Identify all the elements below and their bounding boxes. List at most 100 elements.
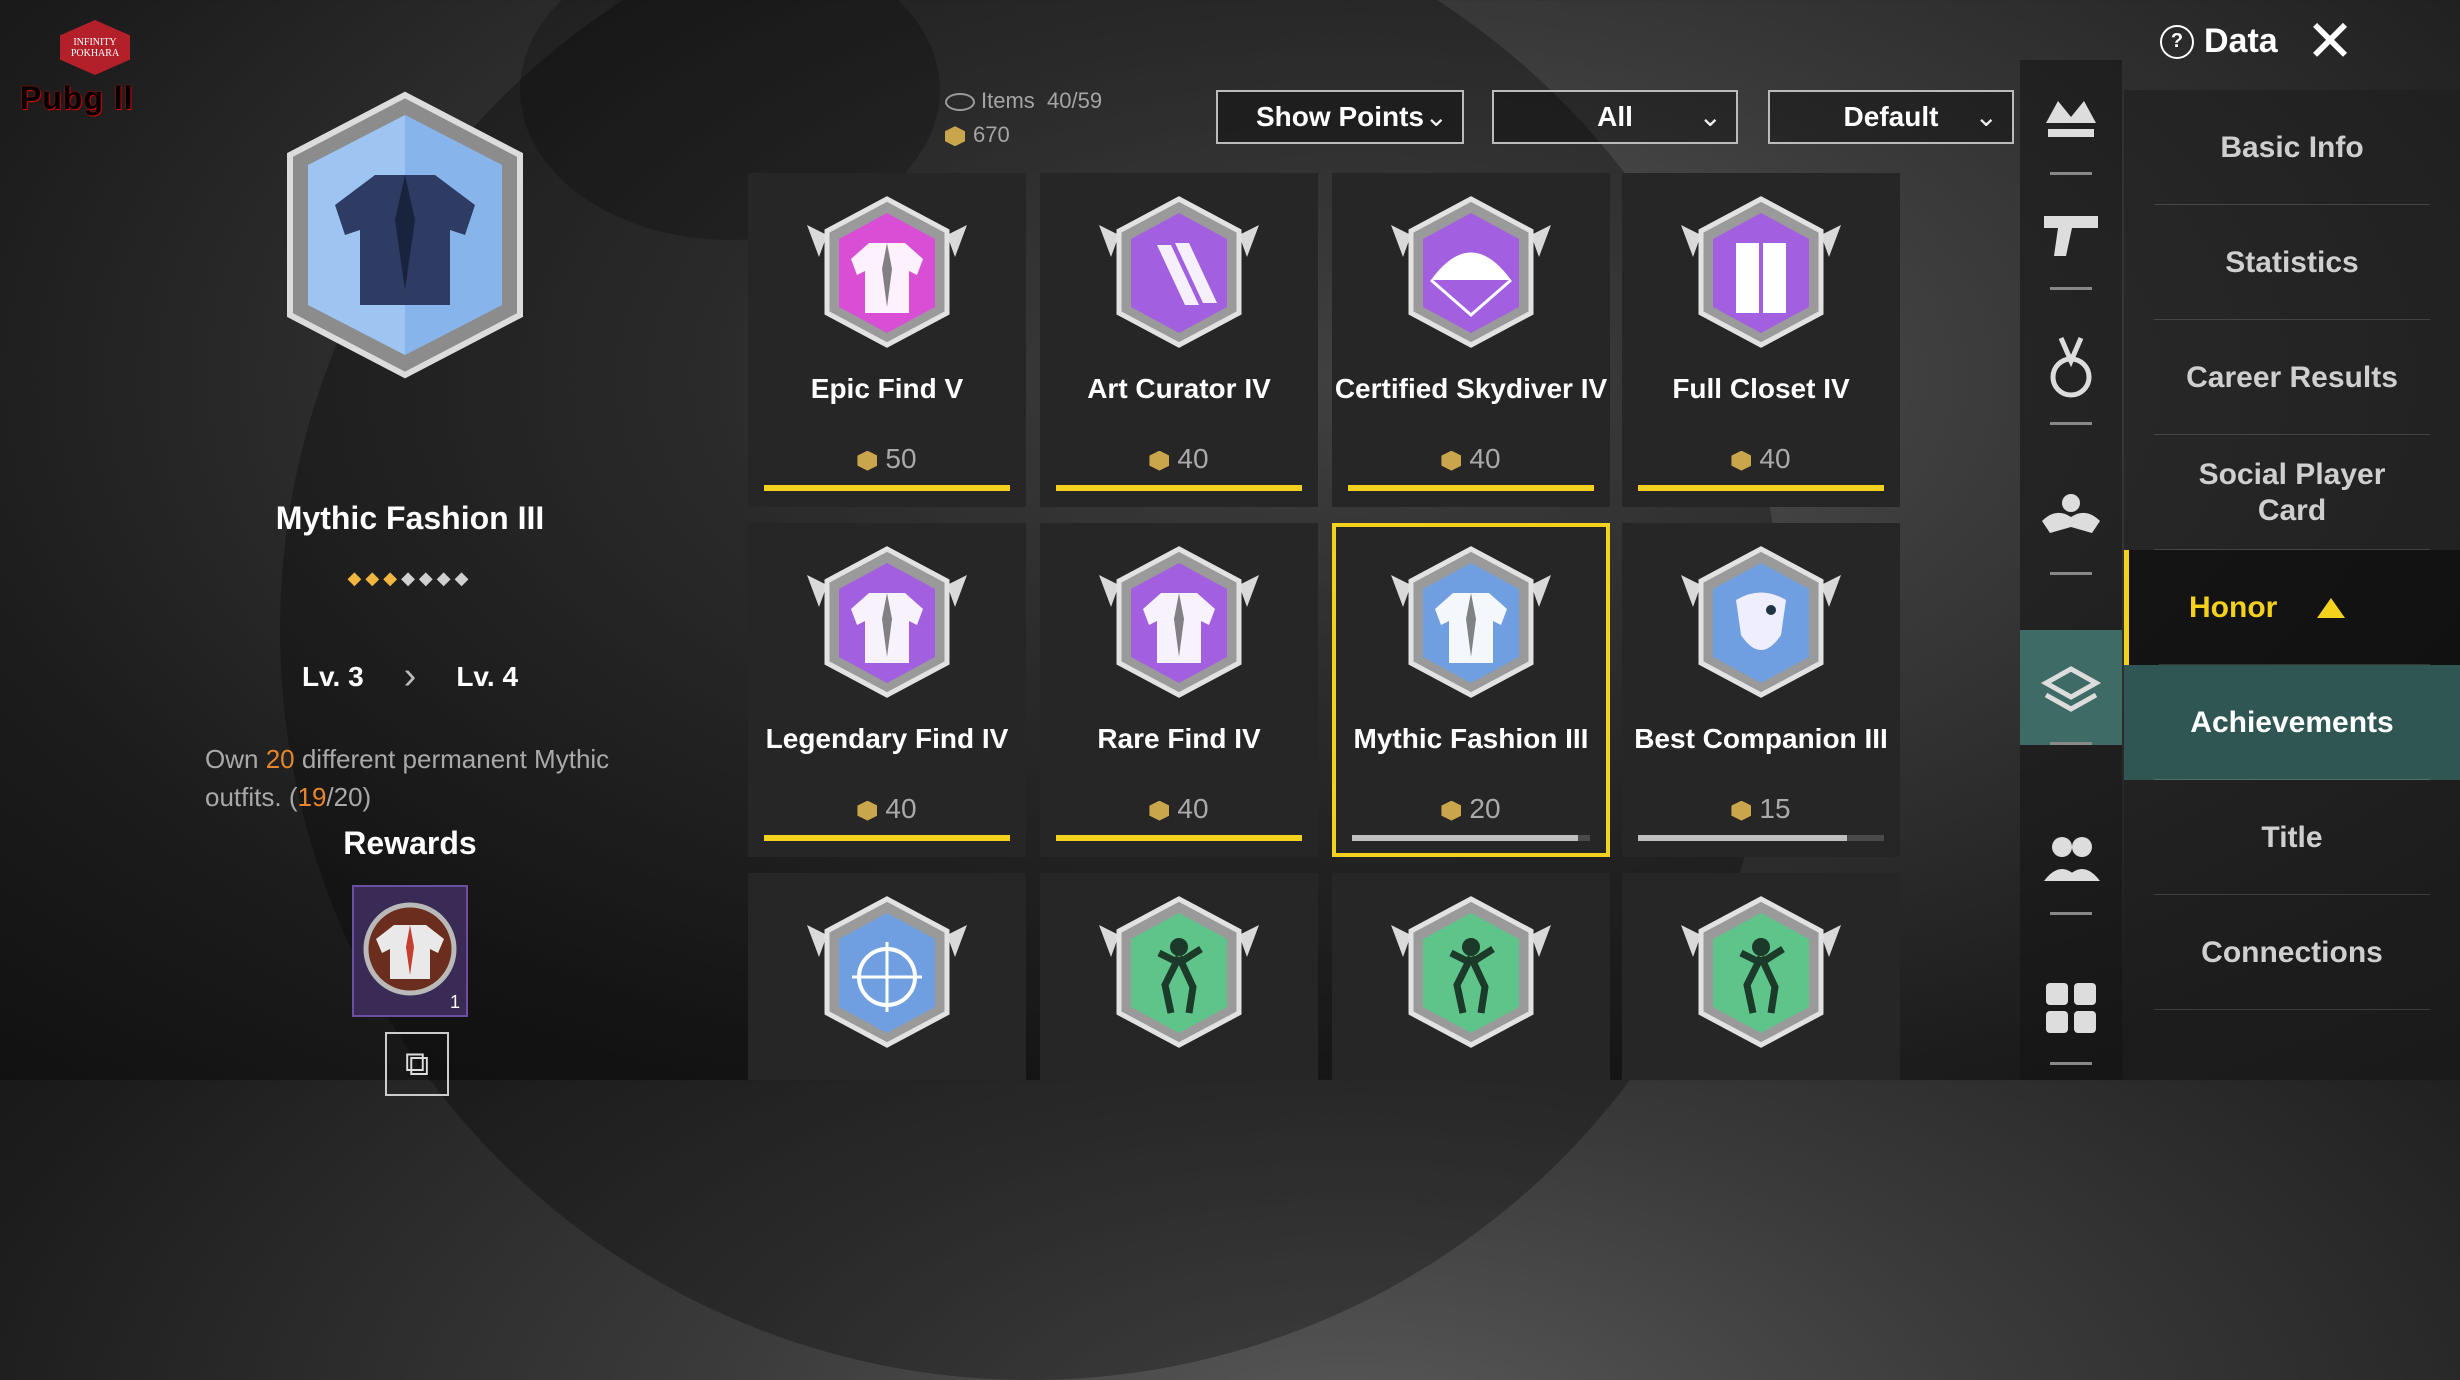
menu-social-player-card[interactable]: Social Player Card xyxy=(2124,435,2460,550)
share-button[interactable]: ⧉ xyxy=(385,1032,449,1096)
coin-icon xyxy=(1731,800,1752,821)
reward-item[interactable]: 1 xyxy=(352,885,468,1017)
eye-icon xyxy=(945,93,975,112)
close-button[interactable]: ✕ xyxy=(2300,12,2360,72)
menu-basic-info[interactable]: Basic Info xyxy=(2124,90,2460,205)
watermark-badge-top: INFINITY xyxy=(73,36,117,48)
menu-honor[interactable]: Honor xyxy=(2124,550,2460,665)
points-value: 40 xyxy=(1759,443,1791,474)
eagle-icon xyxy=(1681,546,1841,698)
muscle-icon xyxy=(2042,493,2100,533)
data-help-button[interactable]: ? Data xyxy=(2160,22,2278,61)
coin-icon xyxy=(1441,800,1462,821)
achievement-card[interactable]: Legendary Find IV 40 xyxy=(748,523,1026,857)
progress-bar xyxy=(764,835,1010,841)
menu-honor-label: Honor xyxy=(2189,590,2278,624)
category-icon-rail xyxy=(2020,60,2122,1080)
dropdown-label: Default xyxy=(1843,101,1939,132)
achievement-card[interactable] xyxy=(748,873,1026,1080)
jacket-icon xyxy=(807,546,967,698)
coin-icon xyxy=(1149,450,1170,471)
rail-medal[interactable] xyxy=(2020,310,2122,425)
rail-pistol[interactable] xyxy=(2020,175,2122,290)
achievement-card[interactable] xyxy=(1040,873,1318,1080)
points-total: 670 xyxy=(945,122,1010,148)
watermark-logo: INFINITY POKHARA Pubg ll xyxy=(20,20,180,120)
coin-icon xyxy=(1731,450,1752,471)
items-label: Items xyxy=(981,88,1035,113)
achievement-card[interactable]: Mythic Fashion III 20 xyxy=(1332,523,1610,857)
data-label: Data xyxy=(2204,22,2278,60)
rail-honor[interactable] xyxy=(2020,630,2122,745)
rail-muscle[interactable] xyxy=(2020,460,2122,575)
reward-count: 1 xyxy=(449,992,460,1012)
level-progression: Lv. 3 › Lv. 4 xyxy=(180,655,640,698)
external-link-icon: ⧉ xyxy=(404,1044,430,1083)
achievement-points: 20 xyxy=(1336,793,1606,825)
profile-menu: Basic Info Statistics Career Results Soc… xyxy=(2124,90,2460,1080)
achievement-points: 15 xyxy=(1622,793,1900,825)
level-current: Lv. 3 xyxy=(301,660,364,692)
coin-icon xyxy=(945,126,965,147)
menu-career-results[interactable]: Career Results xyxy=(2124,320,2460,435)
menu-connections[interactable]: Connections xyxy=(2124,895,2460,1010)
diamond-star-icon: ◆ xyxy=(347,568,366,588)
achievement-name: Best Companion III xyxy=(1634,723,1888,754)
honor-icon xyxy=(2040,665,2102,712)
achievement-card[interactable] xyxy=(1332,873,1610,1080)
achievement-card[interactable]: Rare Find IV 40 xyxy=(1040,523,1318,857)
progress-bar xyxy=(1056,485,1302,491)
diamond-star-icon: ◆ xyxy=(454,568,473,588)
rail-crown[interactable] xyxy=(2020,60,2122,175)
achievement-name: Epic Find V xyxy=(810,373,964,404)
progress-bar xyxy=(1348,485,1594,491)
achievement-card[interactable] xyxy=(1622,873,1900,1080)
dancer-icon xyxy=(1391,896,1551,1048)
menu-statistics[interactable]: Statistics xyxy=(2124,205,2460,320)
achievement-points: 40 xyxy=(1040,793,1318,825)
achievement-card[interactable]: Certified Skydiver IV 40 xyxy=(1332,173,1610,507)
points-value: 40 xyxy=(1469,443,1501,474)
chevron-down-icon: ⌄ xyxy=(1974,101,1998,132)
diamond-star-icon: ◆ xyxy=(436,568,455,588)
show-points-dropdown[interactable]: Show Points ⌄ xyxy=(1216,90,1464,144)
chevron-right-icon: › xyxy=(403,655,417,697)
progress-fill xyxy=(1638,835,1848,841)
medal-icon xyxy=(2050,336,2092,397)
achievement-points: 40 xyxy=(748,793,1026,825)
chevron-down-icon: ⌄ xyxy=(1424,101,1448,132)
menu-title[interactable]: Title xyxy=(2124,780,2460,895)
rail-friends[interactable] xyxy=(2020,800,2122,915)
category-dropdown[interactable]: All ⌄ xyxy=(1492,90,1738,144)
progress-fill xyxy=(1056,485,1302,491)
achievement-card[interactable]: Epic Find V 50 xyxy=(748,173,1026,507)
achievement-grid: Epic Find V 50 Art Curator IV 40 Certified S… xyxy=(748,173,1906,1080)
claw-icon xyxy=(1099,196,1259,348)
progress-fill xyxy=(1352,835,1579,841)
points-value: 40 xyxy=(1177,443,1209,474)
items-count: Items 40/59 xyxy=(945,88,1102,114)
mythic-fashion-badge-icon xyxy=(287,91,523,379)
achievement-card[interactable]: Art Curator IV 40 xyxy=(1040,173,1318,507)
achievement-card[interactable]: Full Closet IV 40 xyxy=(1622,173,1900,507)
desc-target: 20 xyxy=(265,744,295,774)
progress-bar xyxy=(1352,835,1590,841)
jacket-icon xyxy=(807,196,967,348)
diamond-star-icon: ◆ xyxy=(383,568,402,588)
coin-icon xyxy=(857,800,878,821)
crown-icon xyxy=(2046,100,2096,137)
crosshair-icon xyxy=(807,896,967,1048)
points-value: 20 xyxy=(1469,793,1501,824)
detail-title: Mythic Fashion III xyxy=(275,500,545,536)
dancer-icon xyxy=(1099,896,1259,1048)
items-value: 40/59 xyxy=(1047,88,1103,113)
menu-achievements[interactable]: Achievements xyxy=(2124,665,2460,780)
rail-grid[interactable] xyxy=(2020,950,2122,1065)
achievement-points: 40 xyxy=(1622,443,1900,475)
achievement-name: Full Closet IV xyxy=(1672,373,1850,404)
achievement-card[interactable]: Best Companion III 15 xyxy=(1622,523,1900,857)
jacket-icon xyxy=(1099,546,1259,698)
points-value: 50 xyxy=(885,443,917,474)
achievement-name: Certified Skydiver IV xyxy=(1334,373,1608,404)
sort-dropdown[interactable]: Default ⌄ xyxy=(1768,90,2014,144)
